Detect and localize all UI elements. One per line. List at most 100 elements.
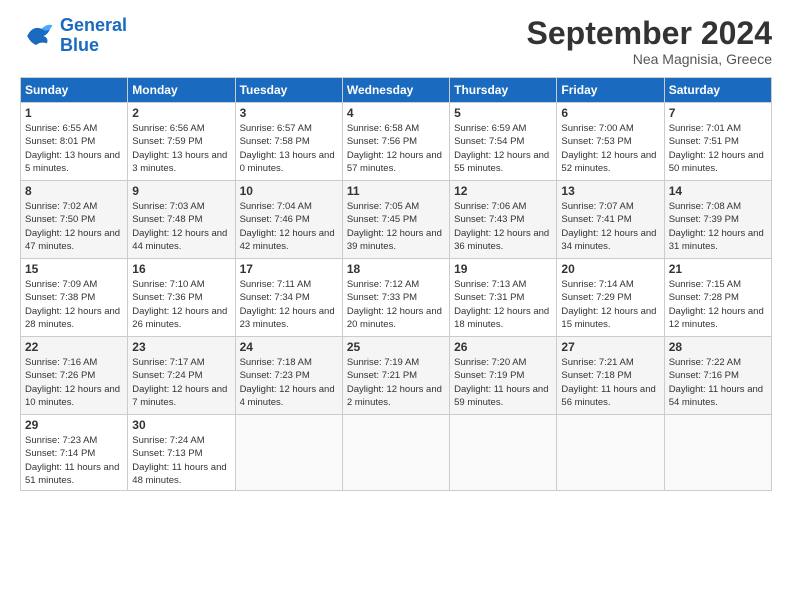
day-number: 12 <box>454 184 552 198</box>
table-row: 25 Sunrise: 7:19 AM Sunset: 7:21 PM Dayl… <box>342 337 449 415</box>
header-sunday: Sunday <box>21 78 128 103</box>
day-info: Sunrise: 7:08 AM Sunset: 7:39 PM Dayligh… <box>669 200 767 253</box>
header-tuesday: Tuesday <box>235 78 342 103</box>
table-row: 20 Sunrise: 7:14 AM Sunset: 7:29 PM Dayl… <box>557 259 664 337</box>
day-info: Sunrise: 6:57 AM Sunset: 7:58 PM Dayligh… <box>240 122 338 175</box>
table-row: 19 Sunrise: 7:13 AM Sunset: 7:31 PM Dayl… <box>450 259 557 337</box>
day-number: 28 <box>669 340 767 354</box>
header-saturday: Saturday <box>664 78 771 103</box>
day-number: 9 <box>132 184 230 198</box>
day-number: 5 <box>454 106 552 120</box>
table-row: 13 Sunrise: 7:07 AM Sunset: 7:41 PM Dayl… <box>557 181 664 259</box>
table-row: 12 Sunrise: 7:06 AM Sunset: 7:43 PM Dayl… <box>450 181 557 259</box>
day-info: Sunrise: 7:05 AM Sunset: 7:45 PM Dayligh… <box>347 200 445 253</box>
day-number: 23 <box>132 340 230 354</box>
day-number: 22 <box>25 340 123 354</box>
table-row <box>235 415 342 491</box>
day-number: 18 <box>347 262 445 276</box>
day-info: Sunrise: 7:04 AM Sunset: 7:46 PM Dayligh… <box>240 200 338 253</box>
day-number: 25 <box>347 340 445 354</box>
table-row: 23 Sunrise: 7:17 AM Sunset: 7:24 PM Dayl… <box>128 337 235 415</box>
table-row: 4 Sunrise: 6:58 AM Sunset: 7:56 PM Dayli… <box>342 103 449 181</box>
day-number: 6 <box>561 106 659 120</box>
calendar-header-row: Sunday Monday Tuesday Wednesday Thursday… <box>21 78 772 103</box>
day-info: Sunrise: 7:13 AM Sunset: 7:31 PM Dayligh… <box>454 278 552 331</box>
day-info: Sunrise: 7:11 AM Sunset: 7:34 PM Dayligh… <box>240 278 338 331</box>
day-info: Sunrise: 7:15 AM Sunset: 7:28 PM Dayligh… <box>669 278 767 331</box>
day-info: Sunrise: 7:03 AM Sunset: 7:48 PM Dayligh… <box>132 200 230 253</box>
day-info: Sunrise: 7:23 AM Sunset: 7:14 PM Dayligh… <box>25 434 123 487</box>
table-row: 2 Sunrise: 6:56 AM Sunset: 7:59 PM Dayli… <box>128 103 235 181</box>
day-info: Sunrise: 7:16 AM Sunset: 7:26 PM Dayligh… <box>25 356 123 409</box>
day-number: 15 <box>25 262 123 276</box>
day-info: Sunrise: 7:01 AM Sunset: 7:51 PM Dayligh… <box>669 122 767 175</box>
location: Nea Magnisia, Greece <box>527 51 772 67</box>
day-number: 8 <box>25 184 123 198</box>
day-info: Sunrise: 7:20 AM Sunset: 7:19 PM Dayligh… <box>454 356 552 409</box>
day-info: Sunrise: 7:09 AM Sunset: 7:38 PM Dayligh… <box>25 278 123 331</box>
day-number: 30 <box>132 418 230 432</box>
day-info: Sunrise: 6:56 AM Sunset: 7:59 PM Dayligh… <box>132 122 230 175</box>
table-row: 11 Sunrise: 7:05 AM Sunset: 7:45 PM Dayl… <box>342 181 449 259</box>
day-number: 13 <box>561 184 659 198</box>
day-number: 3 <box>240 106 338 120</box>
day-number: 4 <box>347 106 445 120</box>
day-number: 26 <box>454 340 552 354</box>
header: General Blue September 2024 Nea Magnisia… <box>20 16 772 67</box>
day-info: Sunrise: 6:59 AM Sunset: 7:54 PM Dayligh… <box>454 122 552 175</box>
logo-icon <box>20 18 56 54</box>
day-info: Sunrise: 6:55 AM Sunset: 8:01 PM Dayligh… <box>25 122 123 175</box>
day-info: Sunrise: 7:12 AM Sunset: 7:33 PM Dayligh… <box>347 278 445 331</box>
table-row: 28 Sunrise: 7:22 AM Sunset: 7:16 PM Dayl… <box>664 337 771 415</box>
month-title: September 2024 <box>527 16 772 51</box>
table-row: 15 Sunrise: 7:09 AM Sunset: 7:38 PM Dayl… <box>21 259 128 337</box>
day-number: 14 <box>669 184 767 198</box>
day-info: Sunrise: 7:14 AM Sunset: 7:29 PM Dayligh… <box>561 278 659 331</box>
day-info: Sunrise: 7:10 AM Sunset: 7:36 PM Dayligh… <box>132 278 230 331</box>
table-row: 8 Sunrise: 7:02 AM Sunset: 7:50 PM Dayli… <box>21 181 128 259</box>
day-info: Sunrise: 7:07 AM Sunset: 7:41 PM Dayligh… <box>561 200 659 253</box>
table-row: 14 Sunrise: 7:08 AM Sunset: 7:39 PM Dayl… <box>664 181 771 259</box>
day-number: 24 <box>240 340 338 354</box>
header-friday: Friday <box>557 78 664 103</box>
table-row: 10 Sunrise: 7:04 AM Sunset: 7:46 PM Dayl… <box>235 181 342 259</box>
day-number: 27 <box>561 340 659 354</box>
day-info: Sunrise: 7:18 AM Sunset: 7:23 PM Dayligh… <box>240 356 338 409</box>
table-row: 30 Sunrise: 7:24 AM Sunset: 7:13 PM Dayl… <box>128 415 235 491</box>
day-number: 20 <box>561 262 659 276</box>
table-row: 17 Sunrise: 7:11 AM Sunset: 7:34 PM Dayl… <box>235 259 342 337</box>
day-number: 11 <box>347 184 445 198</box>
day-info: Sunrise: 7:19 AM Sunset: 7:21 PM Dayligh… <box>347 356 445 409</box>
calendar-table: Sunday Monday Tuesday Wednesday Thursday… <box>20 77 772 491</box>
day-number: 7 <box>669 106 767 120</box>
table-row: 16 Sunrise: 7:10 AM Sunset: 7:36 PM Dayl… <box>128 259 235 337</box>
table-row: 26 Sunrise: 7:20 AM Sunset: 7:19 PM Dayl… <box>450 337 557 415</box>
day-number: 19 <box>454 262 552 276</box>
day-number: 17 <box>240 262 338 276</box>
table-row: 29 Sunrise: 7:23 AM Sunset: 7:14 PM Dayl… <box>21 415 128 491</box>
table-row: 21 Sunrise: 7:15 AM Sunset: 7:28 PM Dayl… <box>664 259 771 337</box>
day-info: Sunrise: 7:00 AM Sunset: 7:53 PM Dayligh… <box>561 122 659 175</box>
page: General Blue September 2024 Nea Magnisia… <box>0 0 792 612</box>
title-block: September 2024 Nea Magnisia, Greece <box>527 16 772 67</box>
table-row: 9 Sunrise: 7:03 AM Sunset: 7:48 PM Dayli… <box>128 181 235 259</box>
table-row: 5 Sunrise: 6:59 AM Sunset: 7:54 PM Dayli… <box>450 103 557 181</box>
table-row: 3 Sunrise: 6:57 AM Sunset: 7:58 PM Dayli… <box>235 103 342 181</box>
day-info: Sunrise: 7:22 AM Sunset: 7:16 PM Dayligh… <box>669 356 767 409</box>
table-row: 27 Sunrise: 7:21 AM Sunset: 7:18 PM Dayl… <box>557 337 664 415</box>
header-thursday: Thursday <box>450 78 557 103</box>
table-row <box>557 415 664 491</box>
table-row: 6 Sunrise: 7:00 AM Sunset: 7:53 PM Dayli… <box>557 103 664 181</box>
table-row: 7 Sunrise: 7:01 AM Sunset: 7:51 PM Dayli… <box>664 103 771 181</box>
table-row <box>342 415 449 491</box>
day-number: 21 <box>669 262 767 276</box>
day-info: Sunrise: 6:58 AM Sunset: 7:56 PM Dayligh… <box>347 122 445 175</box>
table-row <box>664 415 771 491</box>
day-info: Sunrise: 7:17 AM Sunset: 7:24 PM Dayligh… <box>132 356 230 409</box>
day-info: Sunrise: 7:06 AM Sunset: 7:43 PM Dayligh… <box>454 200 552 253</box>
logo: General Blue <box>20 16 127 56</box>
table-row: 18 Sunrise: 7:12 AM Sunset: 7:33 PM Dayl… <box>342 259 449 337</box>
day-info: Sunrise: 7:02 AM Sunset: 7:50 PM Dayligh… <box>25 200 123 253</box>
header-wednesday: Wednesday <box>342 78 449 103</box>
day-number: 2 <box>132 106 230 120</box>
